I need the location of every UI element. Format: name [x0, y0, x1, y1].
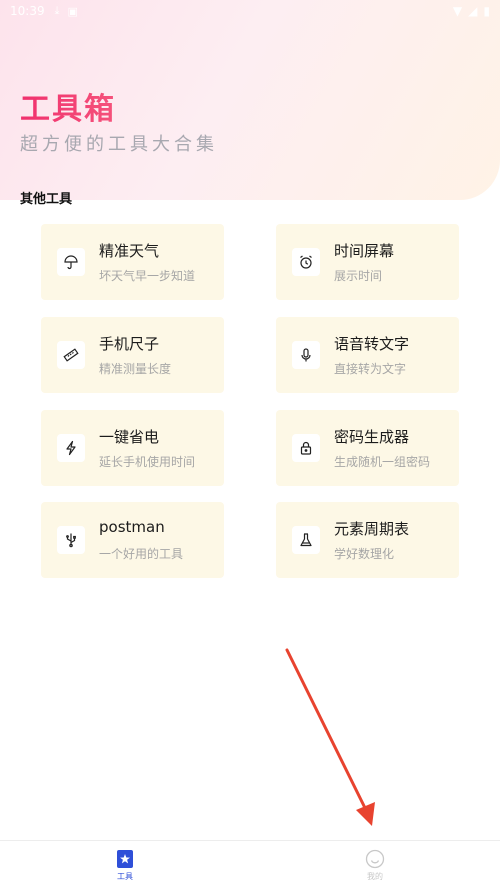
- signal-icon: ◢: [468, 4, 478, 18]
- ruler-icon: [57, 341, 85, 369]
- tool-name: 语音转文字: [334, 335, 410, 353]
- lock-icon: [292, 434, 320, 462]
- page-subtitle: 超方便的工具大合集: [20, 134, 218, 155]
- status-bar: 10:39 ⤓ ▣ ▼ ◢ ▮: [0, 0, 500, 22]
- tool-card-clock[interactable]: 时间屏幕 展示时间: [276, 224, 459, 300]
- tool-card-weather[interactable]: 精准天气 坏天气早一步知道: [41, 224, 224, 300]
- tool-card-ruler[interactable]: 手机尺子 精准测量长度: [41, 317, 224, 393]
- tool-desc: 展示时间: [334, 269, 383, 283]
- tab-tools[interactable]: 工具: [105, 849, 145, 885]
- wifi-icon: ▼: [452, 4, 463, 18]
- tool-desc: 一个好用的工具: [99, 547, 184, 561]
- tool-name: 元素周期表: [334, 520, 410, 538]
- tool-card-periodic-table[interactable]: 元素周期表 学好数理化: [276, 502, 459, 578]
- tool-desc: 精准测量长度: [99, 362, 172, 376]
- notification-icon: ▣: [67, 4, 78, 18]
- status-time: 10:39: [10, 4, 45, 18]
- tab-label: 我的: [367, 872, 383, 881]
- tool-desc: 坏天气早一步知道: [99, 269, 196, 283]
- tool-name: 密码生成器: [334, 428, 410, 446]
- tool-desc: 直接转为文字: [334, 362, 407, 376]
- tab-mine[interactable]: 我的: [355, 849, 395, 885]
- smiley-icon: [365, 849, 385, 869]
- alarm-clock-icon: [292, 248, 320, 276]
- umbrella-icon: [57, 248, 85, 276]
- tool-desc: 学好数理化: [334, 547, 395, 561]
- download-icon: ⤓: [54, 4, 60, 17]
- section-title: 其他工具: [20, 192, 73, 207]
- tool-name: 时间屏幕: [334, 242, 395, 260]
- page-title: 工具箱: [20, 84, 116, 128]
- usb-icon: [57, 526, 85, 554]
- bottom-tab-bar: 工具 我的: [0, 840, 500, 888]
- tool-card-speech[interactable]: 语音转文字 直接转为文字: [276, 317, 459, 393]
- flask-icon: [292, 526, 320, 554]
- tab-label: 工具: [117, 872, 133, 881]
- tool-card-postman[interactable]: postman 一个好用的工具: [41, 502, 224, 578]
- tool-card-power-save[interactable]: 一键省电 延长手机使用时间: [41, 410, 224, 486]
- tool-desc: 延长手机使用时间: [99, 455, 196, 469]
- microphone-icon: [292, 341, 320, 369]
- tool-desc: 生成随机一组密码: [334, 455, 431, 469]
- lightning-icon: [57, 434, 85, 462]
- tool-name: 手机尺子: [99, 335, 160, 353]
- tool-name: 一键省电: [99, 428, 160, 446]
- star-bookmark-icon: [117, 850, 133, 868]
- battery-icon: ▮: [483, 4, 490, 18]
- tool-name: 精准天气: [99, 242, 160, 260]
- tool-name: postman: [99, 518, 165, 536]
- tool-card-password[interactable]: 密码生成器 生成随机一组密码: [276, 410, 459, 486]
